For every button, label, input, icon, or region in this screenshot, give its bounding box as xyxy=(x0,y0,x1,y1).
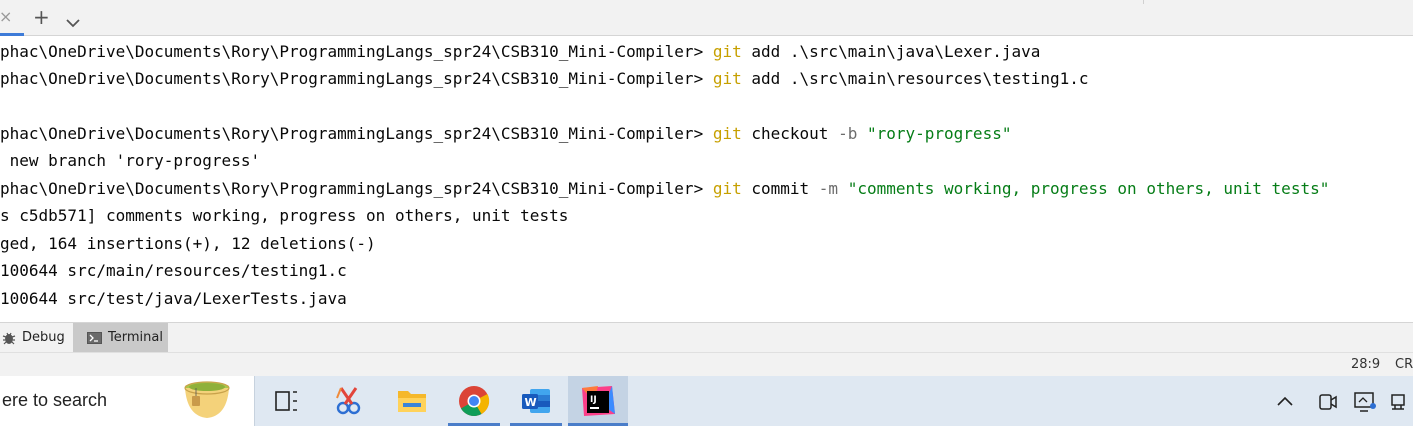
taskbar-search-box[interactable]: ere to search xyxy=(0,376,255,426)
command-text: add .\src\main\java\Lexer.java xyxy=(741,42,1041,61)
terminal-line: phac\OneDrive\Documents\Rory\Programming… xyxy=(0,42,1040,62)
chrome-icon[interactable] xyxy=(448,376,500,426)
string-argument: "rory-progress" xyxy=(866,124,1012,143)
divider xyxy=(1143,0,1144,4)
terminal-output-line: 100644 src/test/java/LexerTests.java xyxy=(0,289,347,308)
git-keyword: git xyxy=(712,124,742,143)
terminal-output-line: 100644 src/main/resources/testing1.c xyxy=(0,261,347,280)
command-flag: -b xyxy=(838,124,858,143)
task-view-icon[interactable] xyxy=(260,376,312,426)
chevron-down-icon[interactable] xyxy=(66,13,80,32)
prompt: phac\OneDrive\Documents\Rory\Programming… xyxy=(0,42,713,61)
active-tab-indicator xyxy=(0,33,24,36)
terminal-output-line: ged, 164 insertions(+), 12 deletions(-) xyxy=(0,234,376,253)
line-separator[interactable]: CR xyxy=(1395,357,1413,372)
terminal-line: phac\OneDrive\Documents\Rory\Programming… xyxy=(0,69,1089,89)
git-keyword: git xyxy=(712,42,742,61)
terminal-tool-button[interactable]: Terminal xyxy=(73,323,168,352)
command-text: add .\src\main\resources\testing1.c xyxy=(741,69,1089,88)
snipping-tool-icon[interactable] xyxy=(323,376,375,426)
git-keyword: git xyxy=(712,69,742,88)
terminal-output-line: new branch 'rory-progress' xyxy=(0,151,261,170)
caret-position[interactable]: 28:9 xyxy=(1351,357,1380,372)
terminal-icon xyxy=(87,331,102,344)
prompt: phac\OneDrive\Documents\Rory\Programming… xyxy=(0,124,713,143)
tool-window-bar: Debug Terminal xyxy=(0,322,1413,352)
terminal-tab-strip: × + xyxy=(0,0,1413,36)
command-flag: -m xyxy=(818,179,839,198)
string-argument: "comments working, progress on others, u… xyxy=(847,179,1330,198)
chevron-up-icon[interactable] xyxy=(1262,376,1308,426)
terminal-output[interactable]: phac\OneDrive\Documents\Rory\Programming… xyxy=(0,37,1413,322)
git-keyword: git xyxy=(712,179,742,198)
terminal-output-line: s c5db571] comments working, progress on… xyxy=(0,206,569,225)
close-tab-icon[interactable]: × xyxy=(0,9,12,25)
tea-cup-icon xyxy=(183,380,231,426)
command-text: commit xyxy=(741,179,819,198)
taskbar: ere to search W IJ xyxy=(0,376,1413,426)
new-tab-button[interactable]: + xyxy=(33,7,50,27)
prompt: phac\OneDrive\Documents\Rory\Programming… xyxy=(0,179,713,198)
terminal-line: phac\OneDrive\Documents\Rory\Programming… xyxy=(0,179,1329,199)
word-icon[interactable]: W xyxy=(510,376,562,426)
prompt: phac\OneDrive\Documents\Rory\Programming… xyxy=(0,69,713,88)
debug-label: Debug xyxy=(22,330,65,345)
svg-text:IJ: IJ xyxy=(590,395,597,405)
network-icon[interactable] xyxy=(1384,376,1413,426)
meet-now-icon[interactable] xyxy=(1308,376,1346,426)
terminal-line: phac\OneDrive\Documents\Rory\Programming… xyxy=(0,124,1011,144)
command-text: checkout xyxy=(741,124,839,143)
intellij-icon[interactable]: IJ xyxy=(568,376,628,426)
display-icon[interactable] xyxy=(1346,376,1384,426)
search-placeholder: ere to search xyxy=(2,390,108,410)
status-bar: 28:9 CR xyxy=(0,352,1413,376)
terminal-label: Terminal xyxy=(108,330,163,345)
bug-icon xyxy=(2,331,16,345)
debug-tool-button[interactable]: Debug xyxy=(0,323,72,352)
svg-text:W: W xyxy=(525,396,537,409)
file-explorer-icon[interactable] xyxy=(386,376,438,426)
